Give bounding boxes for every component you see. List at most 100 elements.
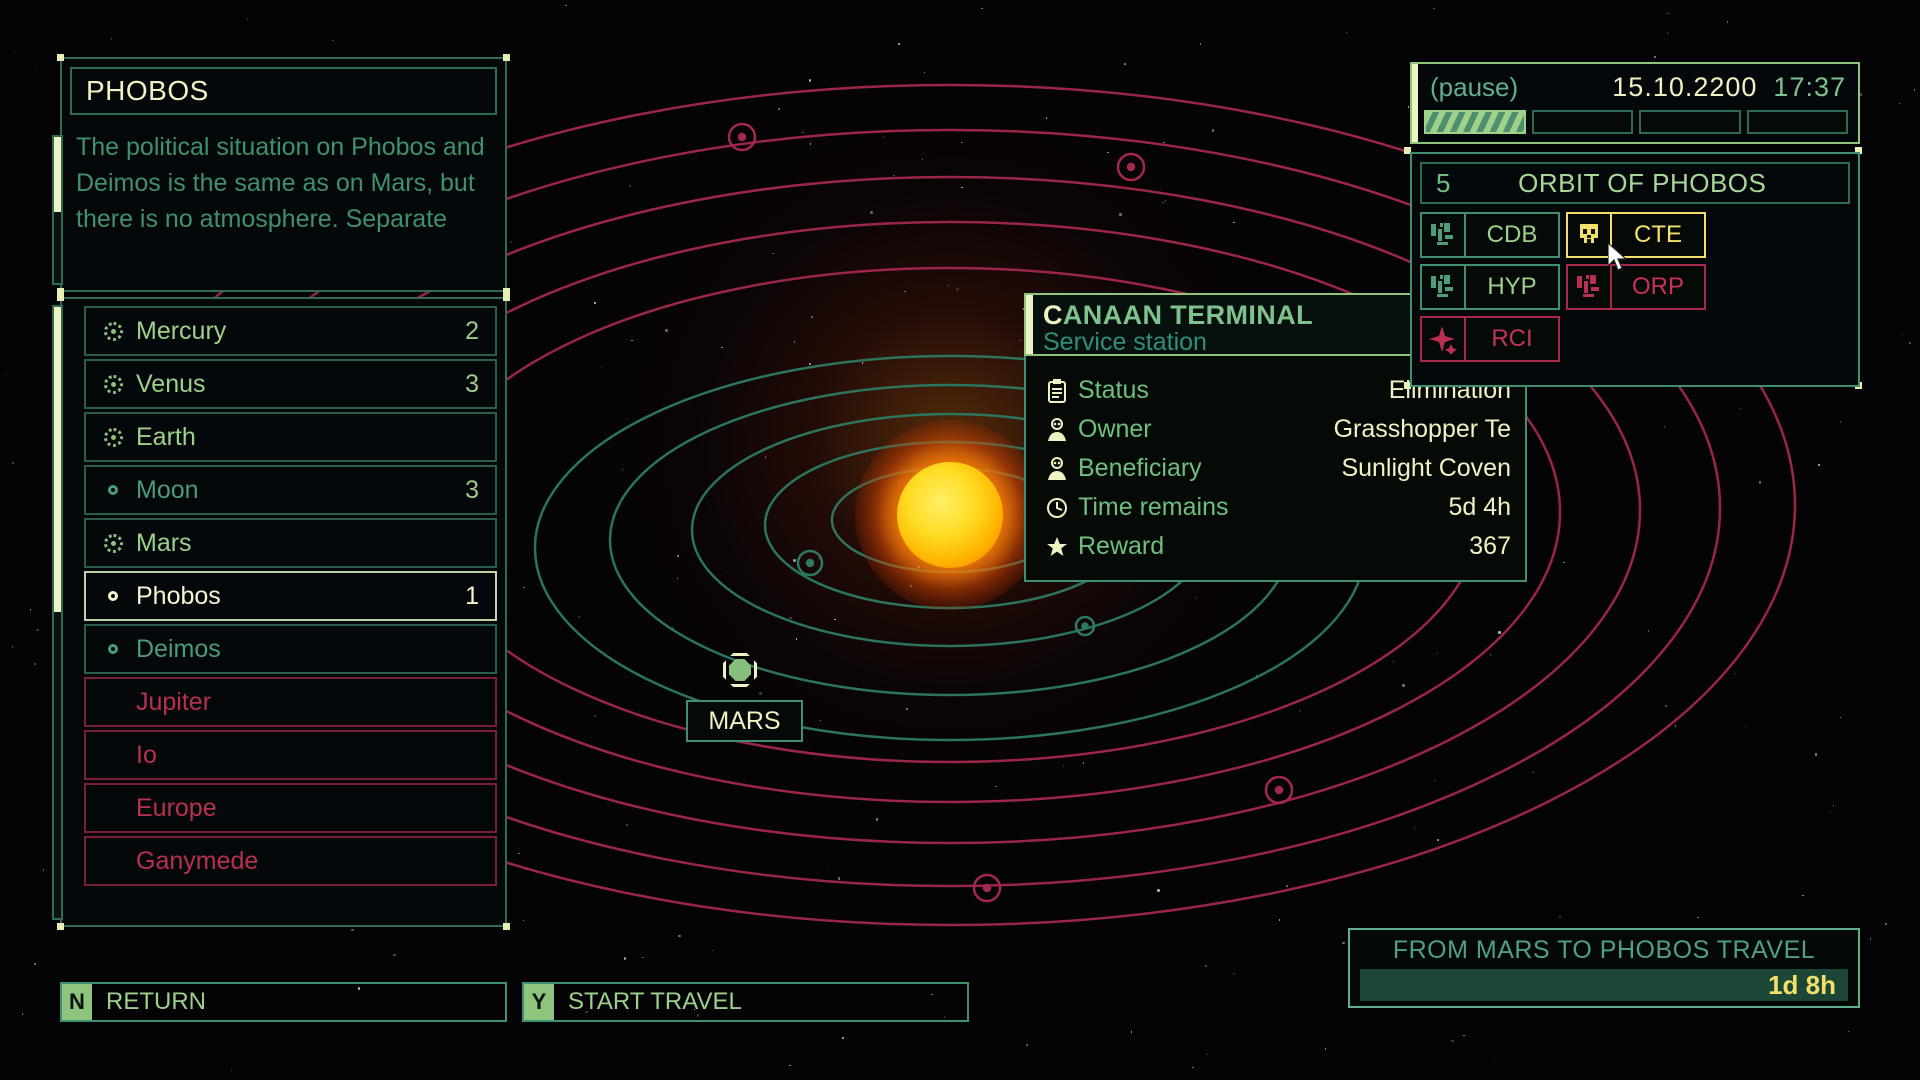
travel-progress-bar: 1d 8h: [1360, 969, 1848, 1001]
planet-name: Deimos: [136, 634, 221, 663]
tooltip-row: Reward 367: [1046, 527, 1511, 566]
planet-station-count: 1: [465, 581, 479, 610]
planet-list-item-europe[interactable]: Europe: [84, 783, 497, 833]
planet-list-item-ganymede[interactable]: Ganymede: [84, 836, 497, 886]
planet-name: Mercury: [136, 316, 227, 345]
faction-button-orp[interactable]: ORP: [1566, 264, 1706, 310]
return-button-label: RETURN: [106, 988, 206, 1015]
faction-button-cte[interactable]: CTE: [1566, 212, 1706, 258]
faction-button-hyp[interactable]: HYP: [1420, 264, 1560, 310]
tooltip-row: Time remains 5d 4h: [1046, 488, 1511, 527]
planet-station-count: 3: [465, 369, 479, 398]
return-button[interactable]: N RETURN: [60, 982, 507, 1022]
tooltip-row: Beneficiary Sunlight Coven: [1046, 449, 1511, 488]
speed-segment-3[interactable]: [1639, 110, 1741, 134]
travel-eta: 1d 8h: [1768, 969, 1836, 1000]
orbit-number: 5: [1436, 167, 1451, 198]
info-scrollbar[interactable]: [52, 135, 63, 285]
panel-corner-bracket: [57, 54, 64, 61]
start-travel-keycap: Y: [524, 984, 554, 1020]
sun: [897, 462, 1003, 568]
panel-corner-bracket: [57, 923, 64, 930]
planet-icon: [98, 374, 128, 394]
moon-icon: [98, 591, 128, 601]
planet-station-count: 2: [465, 316, 479, 345]
planet-list-panel: Mercury 2 Venus 3 Earth Moon 3 Mars Phobos 1 Deimo…: [57, 294, 510, 930]
travel-title: FROM MARS TO PHOBOS TRAVEL: [1392, 936, 1816, 964]
tooltip-row-label: Reward: [1078, 532, 1165, 560]
clock-panel: (pause) 15.10.2200 17:37: [1410, 62, 1860, 144]
planet-list-item-mars[interactable]: Mars: [84, 518, 497, 568]
planet-icon: [98, 533, 128, 553]
planet-list-item-io[interactable]: Io: [84, 730, 497, 780]
planet-list-item-mercury[interactable]: Mercury 2: [84, 306, 497, 356]
panel-corner-bracket: [503, 54, 510, 61]
panel-corner-bracket: [57, 294, 64, 301]
planet-name: Io: [136, 740, 157, 769]
return-keycap: N: [62, 984, 92, 1020]
clock-row: (pause) 15.10.2200 17:37: [1412, 64, 1858, 110]
planet-list-item-venus[interactable]: Venus 3: [84, 359, 497, 409]
planet-icon: [98, 321, 128, 341]
moon-icon: [98, 485, 128, 495]
tooltip-body: Status Elimination Owner Grasshopper Te Bene…: [1024, 356, 1527, 582]
tooltip-row-label: Time remains: [1078, 493, 1229, 521]
faction-glyph-rci: [1422, 318, 1466, 360]
mars-label: MARS: [686, 700, 803, 742]
planet-list-item-earth[interactable]: Earth: [84, 412, 497, 462]
orbit-title: ORBIT OF PHOBOS: [1518, 167, 1767, 198]
panel-corner-bracket: [503, 923, 510, 930]
game-speed-control[interactable]: [1412, 110, 1858, 134]
planet-name: Jupiter: [136, 687, 212, 716]
orbit-panel: 5 ORBIT OF PHOBOS CDB CTE HYP ORP RCI: [1410, 152, 1860, 387]
mouse-cursor: [1608, 243, 1628, 271]
faction-glyph-cdb: [1422, 214, 1466, 256]
clock-icon: [1046, 496, 1078, 520]
tooltip-row-value: Grasshopper Te: [1333, 415, 1511, 443]
star-icon: [1046, 535, 1078, 559]
tooltip-row-label: Owner: [1078, 415, 1152, 443]
planet-list-item-phobos[interactable]: Phobos 1: [84, 571, 497, 621]
planet-icon: [98, 427, 128, 447]
planet-name: Europe: [136, 793, 217, 822]
planet-name: Venus: [136, 369, 206, 398]
planet-list-scrollbar[interactable]: [52, 305, 63, 920]
orbit-header: 5 ORBIT OF PHOBOS: [1420, 162, 1850, 204]
mars-planet-marker[interactable]: [723, 653, 757, 687]
speed-segment-1[interactable]: [1424, 110, 1526, 134]
start-travel-button[interactable]: Y START TRAVEL: [522, 982, 969, 1022]
planet-list: Mercury 2 Venus 3 Earth Moon 3 Mars Phobos 1 Deimo…: [84, 306, 497, 889]
faction-list: CDB CTE HYP ORP RCI: [1412, 212, 1858, 362]
game-date: 15.10.2200: [1612, 71, 1758, 102]
planet-list-item-jupiter[interactable]: Jupiter: [84, 677, 497, 727]
speed-segment-2[interactable]: [1531, 110, 1633, 134]
info-panel: PHOBOS The political situation on Phobos…: [57, 54, 510, 295]
planet-list-item-moon[interactable]: Moon 3: [84, 465, 497, 515]
planet-name: Phobos: [136, 581, 221, 610]
travel-panel: FROM MARS TO PHOBOS TRAVEL 1d 8h: [1348, 928, 1860, 1008]
moon-icon: [98, 644, 128, 654]
planet-list-item-deimos[interactable]: Deimos: [84, 624, 497, 674]
tooltip-row-label: Status: [1078, 376, 1149, 404]
clipboard-icon: [1046, 378, 1078, 403]
planet-list-scrollbar-thumb[interactable]: [54, 307, 61, 612]
faction-code: RCI: [1491, 325, 1533, 352]
planet-station-count: 3: [465, 475, 479, 504]
person-icon: [1046, 417, 1078, 442]
planet-name: Moon: [136, 475, 199, 504]
faction-button-cdb[interactable]: CDB: [1420, 212, 1560, 258]
info-description: The political situation on Phobos and De…: [76, 133, 485, 233]
faction-glyph-orp: [1568, 266, 1612, 308]
info-scrollbar-thumb[interactable]: [54, 137, 61, 212]
planet-name: Ganymede: [136, 846, 259, 875]
game-time: 17:37: [1773, 71, 1846, 102]
game-screen: MARS PHOBOS The political situation on P…: [0, 0, 1920, 1080]
faction-button-rci[interactable]: RCI: [1420, 316, 1560, 362]
pause-status: (pause): [1430, 71, 1519, 102]
speed-segment-4[interactable]: [1746, 110, 1848, 134]
tooltip-row-value: Sunlight Coven: [1341, 454, 1511, 482]
faction-code: ORP: [1631, 273, 1684, 300]
info-title-box: PHOBOS: [70, 67, 497, 115]
faction-code: HYP: [1487, 273, 1537, 300]
tooltip-row-value: 5d 4h: [1448, 493, 1511, 521]
